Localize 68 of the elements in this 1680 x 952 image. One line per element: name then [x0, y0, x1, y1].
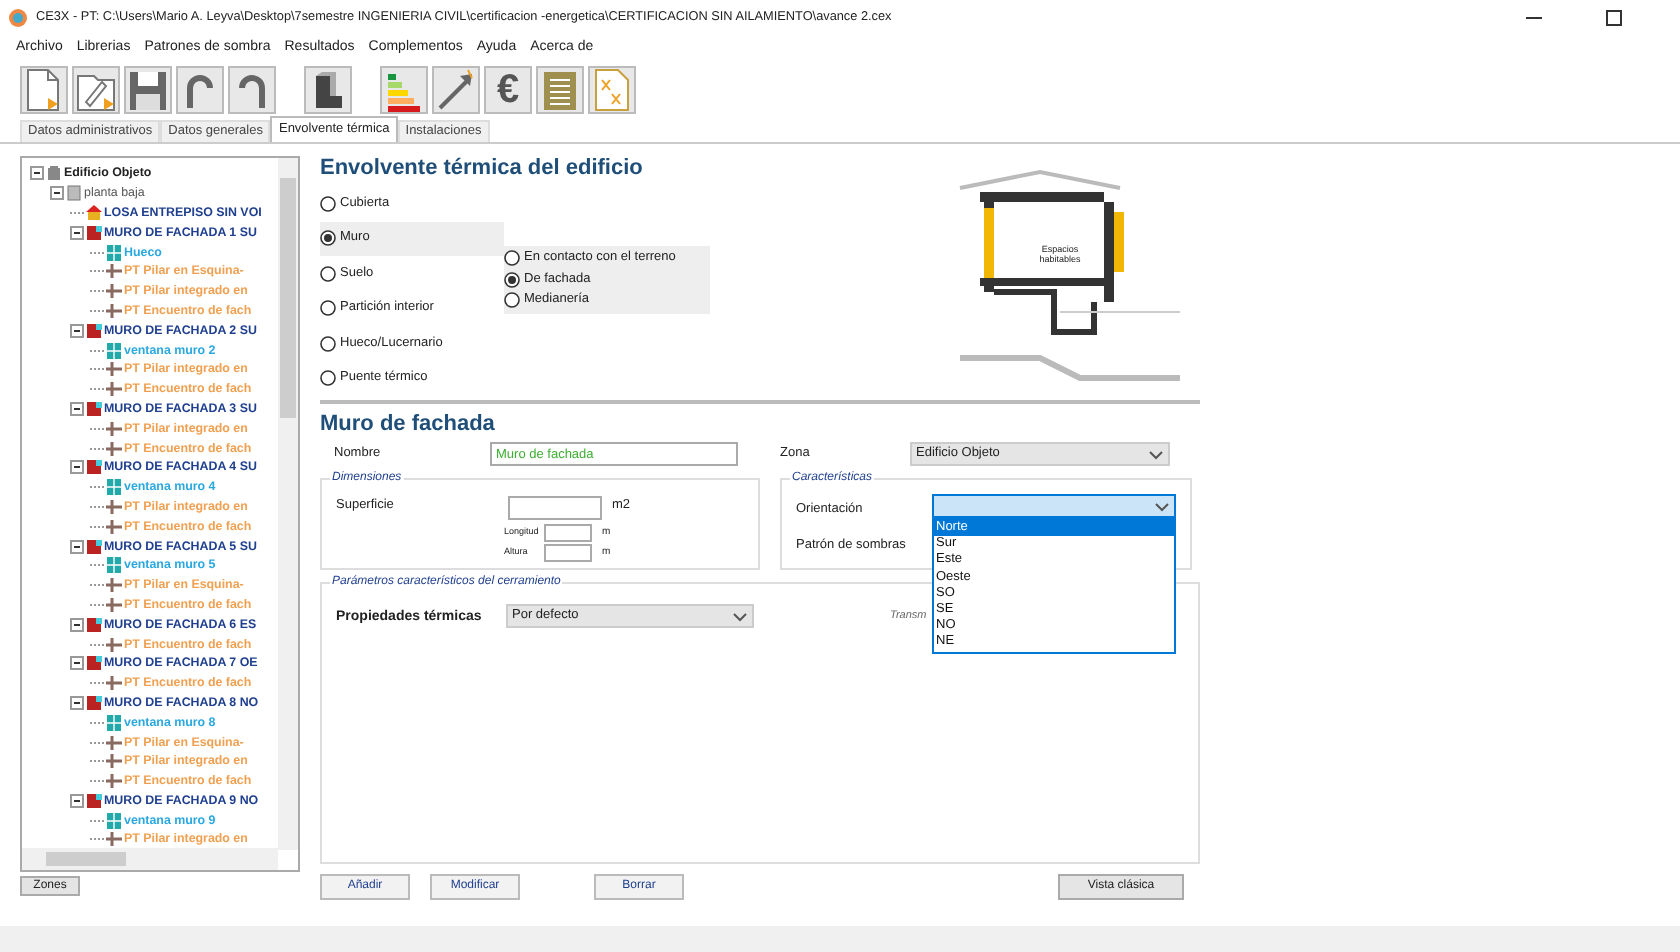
- radio-button[interactable]: [320, 195, 336, 212]
- chevron-down-icon: [1154, 501, 1170, 511]
- toolbar-button[interactable]: [72, 66, 120, 114]
- radio-selected[interactable]: [320, 230, 336, 247]
- collapse-icon[interactable]: [70, 460, 84, 475]
- window-icon: [106, 478, 122, 497]
- radio-button[interactable]: [320, 335, 336, 352]
- collapse-icon[interactable]: [70, 323, 84, 338]
- toolbar-button[interactable]: [432, 66, 480, 114]
- length-field[interactable]: [544, 524, 592, 542]
- form-title: Muro de fachada: [320, 412, 497, 436]
- chevron-down-icon: [1148, 449, 1164, 459]
- collapse-icon[interactable]: [70, 401, 84, 416]
- wall-icon: [86, 399, 102, 418]
- wall-icon: [86, 615, 102, 634]
- radio-selected[interactable]: [504, 271, 520, 288]
- collapse-icon[interactable]: [70, 225, 84, 240]
- window-icon: [106, 243, 122, 262]
- toolbar-button[interactable]: [176, 66, 224, 114]
- euro-button[interactable]: €: [484, 66, 532, 114]
- wall-icon: [86, 654, 102, 673]
- maximize-icon[interactable]: [1604, 8, 1624, 28]
- save-icon: [126, 68, 170, 112]
- orientation-select[interactable]: [932, 494, 1176, 518]
- wall-icon: [86, 223, 102, 242]
- document-icon: [538, 68, 582, 112]
- wall-icon: [86, 537, 102, 556]
- section-heading: Envolvente térmica del edificio: [320, 156, 645, 180]
- collapse-icon[interactable]: [30, 166, 44, 181]
- radio-button[interactable]: [504, 250, 520, 267]
- house-icon: [86, 203, 102, 222]
- toolbar-button[interactable]: [20, 66, 68, 114]
- beam-icon: [106, 674, 122, 693]
- chevron-down-icon: [732, 611, 748, 621]
- vertical-scrollbar[interactable]: [278, 158, 298, 850]
- collapse-icon[interactable]: [50, 186, 64, 201]
- collapse-icon[interactable]: [70, 793, 84, 808]
- energy-rating-icon: [382, 68, 426, 112]
- toolbar-button[interactable]: [380, 66, 428, 114]
- app-logo-icon: [8, 8, 28, 28]
- floor-icon: [66, 184, 82, 203]
- area-field[interactable]: [508, 496, 602, 520]
- window-icon: [106, 811, 122, 830]
- radio-button[interactable]: [320, 300, 336, 317]
- collapse-icon[interactable]: [70, 539, 84, 554]
- window-icon: [106, 556, 122, 575]
- beam-icon: [106, 635, 122, 654]
- toolbar-button[interactable]: [304, 66, 352, 114]
- height-field[interactable]: [544, 544, 592, 562]
- radio-button[interactable]: [320, 370, 336, 387]
- horizontal-scrollbar[interactable]: [22, 848, 278, 870]
- beam-icon: [106, 830, 122, 849]
- collapse-icon[interactable]: [70, 617, 84, 632]
- wall-icon: [86, 791, 102, 810]
- window-icon: [106, 341, 122, 360]
- wall-icon: [86, 693, 102, 712]
- building-icon: [46, 164, 62, 183]
- collapse-icon[interactable]: [70, 695, 84, 710]
- collapse-icon[interactable]: [70, 656, 84, 671]
- toolbar-button[interactable]: [228, 66, 276, 114]
- toolbar-button[interactable]: [124, 66, 172, 114]
- window-icon: [106, 713, 122, 732]
- radio-button[interactable]: [504, 292, 520, 309]
- wall-icon: [86, 321, 102, 340]
- wall-icon: [86, 458, 102, 477]
- arrow-icon: [434, 68, 478, 112]
- radio-button[interactable]: [320, 265, 336, 282]
- file-export-icon: [590, 68, 634, 112]
